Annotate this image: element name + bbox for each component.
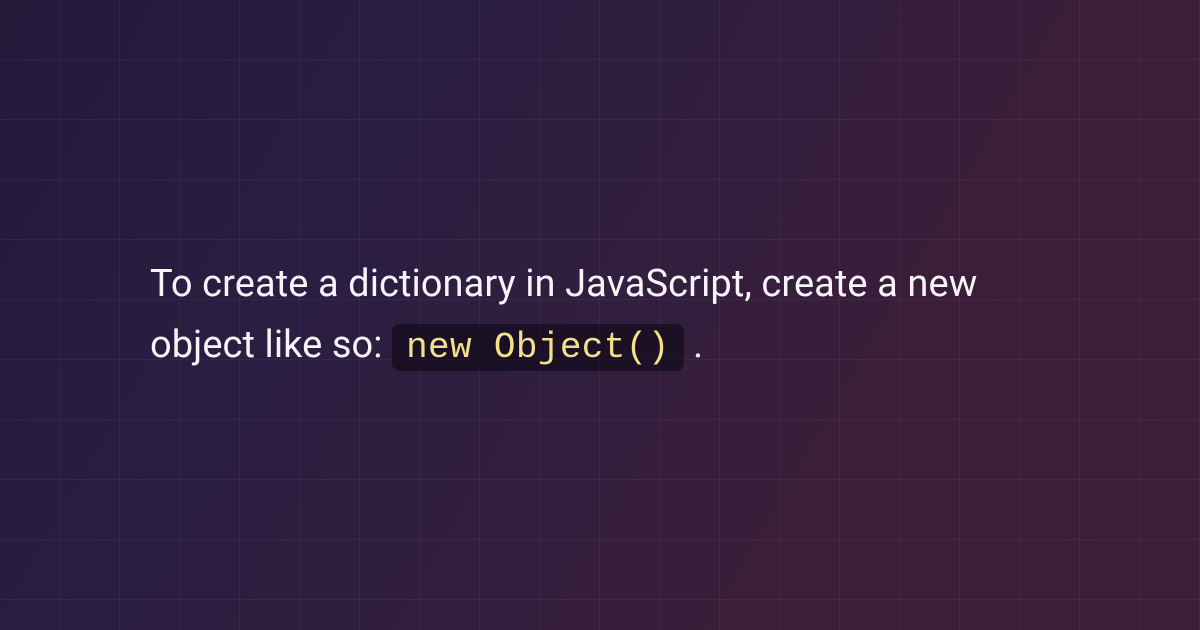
snippet-text-after: . [693, 323, 703, 367]
content-container: To create a dictionary in JavaScript, cr… [0, 0, 1200, 630]
snippet-paragraph: To create a dictionary in JavaScript, cr… [150, 254, 1050, 376]
inline-code: new Object() [392, 324, 684, 371]
